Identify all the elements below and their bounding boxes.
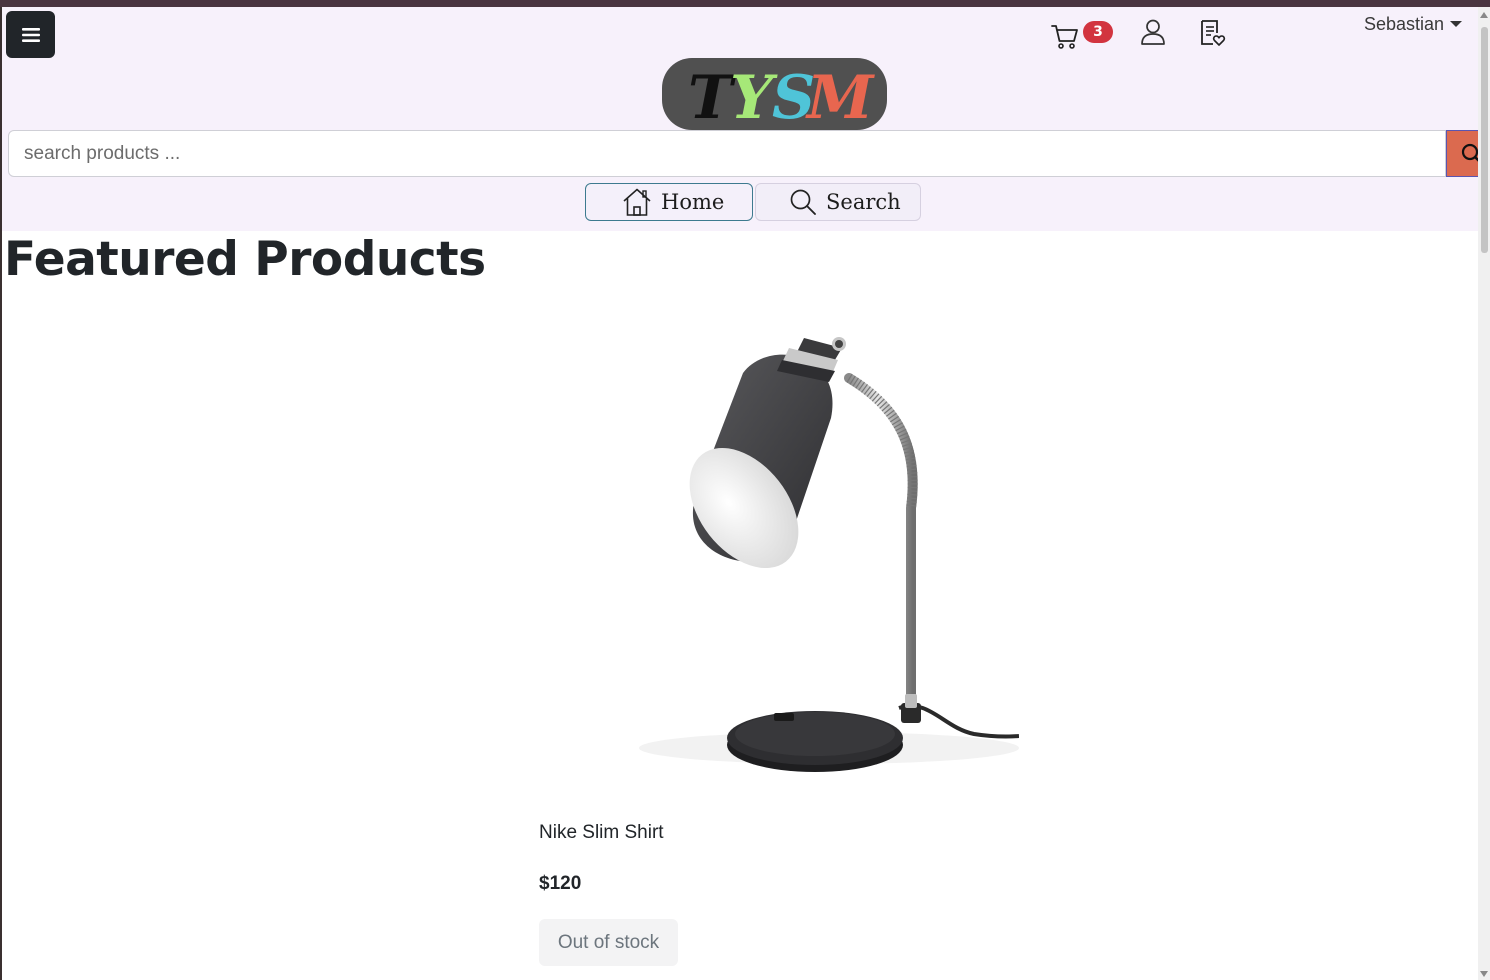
tab-home-label: Home <box>661 190 725 214</box>
cart-icon <box>1051 25 1078 49</box>
wishlist-icon[interactable] <box>1198 18 1228 48</box>
site-logo[interactable]: T Y S M <box>662 58 887 130</box>
tab-search[interactable]: Search <box>755 183 921 221</box>
user-name: Sebastian <box>1364 13 1445 34</box>
scroll-down-arrow-icon[interactable] <box>1480 971 1488 977</box>
page-title: Featured Products <box>4 232 486 287</box>
site-header: 3 Sebastian T Y S M search products ... … <box>2 7 1486 231</box>
home-icon <box>623 188 651 216</box>
logo-image: T Y S M <box>688 63 875 130</box>
search-icon <box>790 189 816 215</box>
window-top-border <box>0 0 1490 7</box>
search-bar <box>8 130 1486 177</box>
product-name[interactable]: Nike Slim Shirt <box>539 822 664 844</box>
scroll-up-arrow-icon[interactable] <box>1480 12 1488 18</box>
svg-text:M: M <box>805 63 875 130</box>
tab-home[interactable]: Home <box>585 183 753 221</box>
chevron-down-icon <box>1450 21 1463 27</box>
vertical-scrollbar[interactable] <box>1478 7 1490 980</box>
desk-lamp-image[interactable] <box>599 308 1019 798</box>
search-input[interactable] <box>8 130 1446 177</box>
menu-button[interactable] <box>6 11 55 58</box>
scrollbar-thumb[interactable] <box>1481 27 1488 253</box>
user-dropdown[interactable]: Sebastian <box>1364 12 1463 36</box>
cart-button[interactable]: 3 <box>1050 15 1120 55</box>
user-icon[interactable] <box>1139 18 1167 46</box>
cart-count-badge: 3 <box>1083 21 1113 43</box>
svg-text:Y: Y <box>730 63 778 130</box>
product-price: $120 <box>539 873 582 894</box>
tab-search-label: Search <box>826 190 901 214</box>
hamburger-icon <box>21 27 40 42</box>
product-card: Nike Slim Shirt $120 Out of stock <box>539 300 1019 980</box>
out-of-stock-button[interactable]: Out of stock <box>539 919 678 966</box>
main-nav: Home Search <box>585 183 921 221</box>
